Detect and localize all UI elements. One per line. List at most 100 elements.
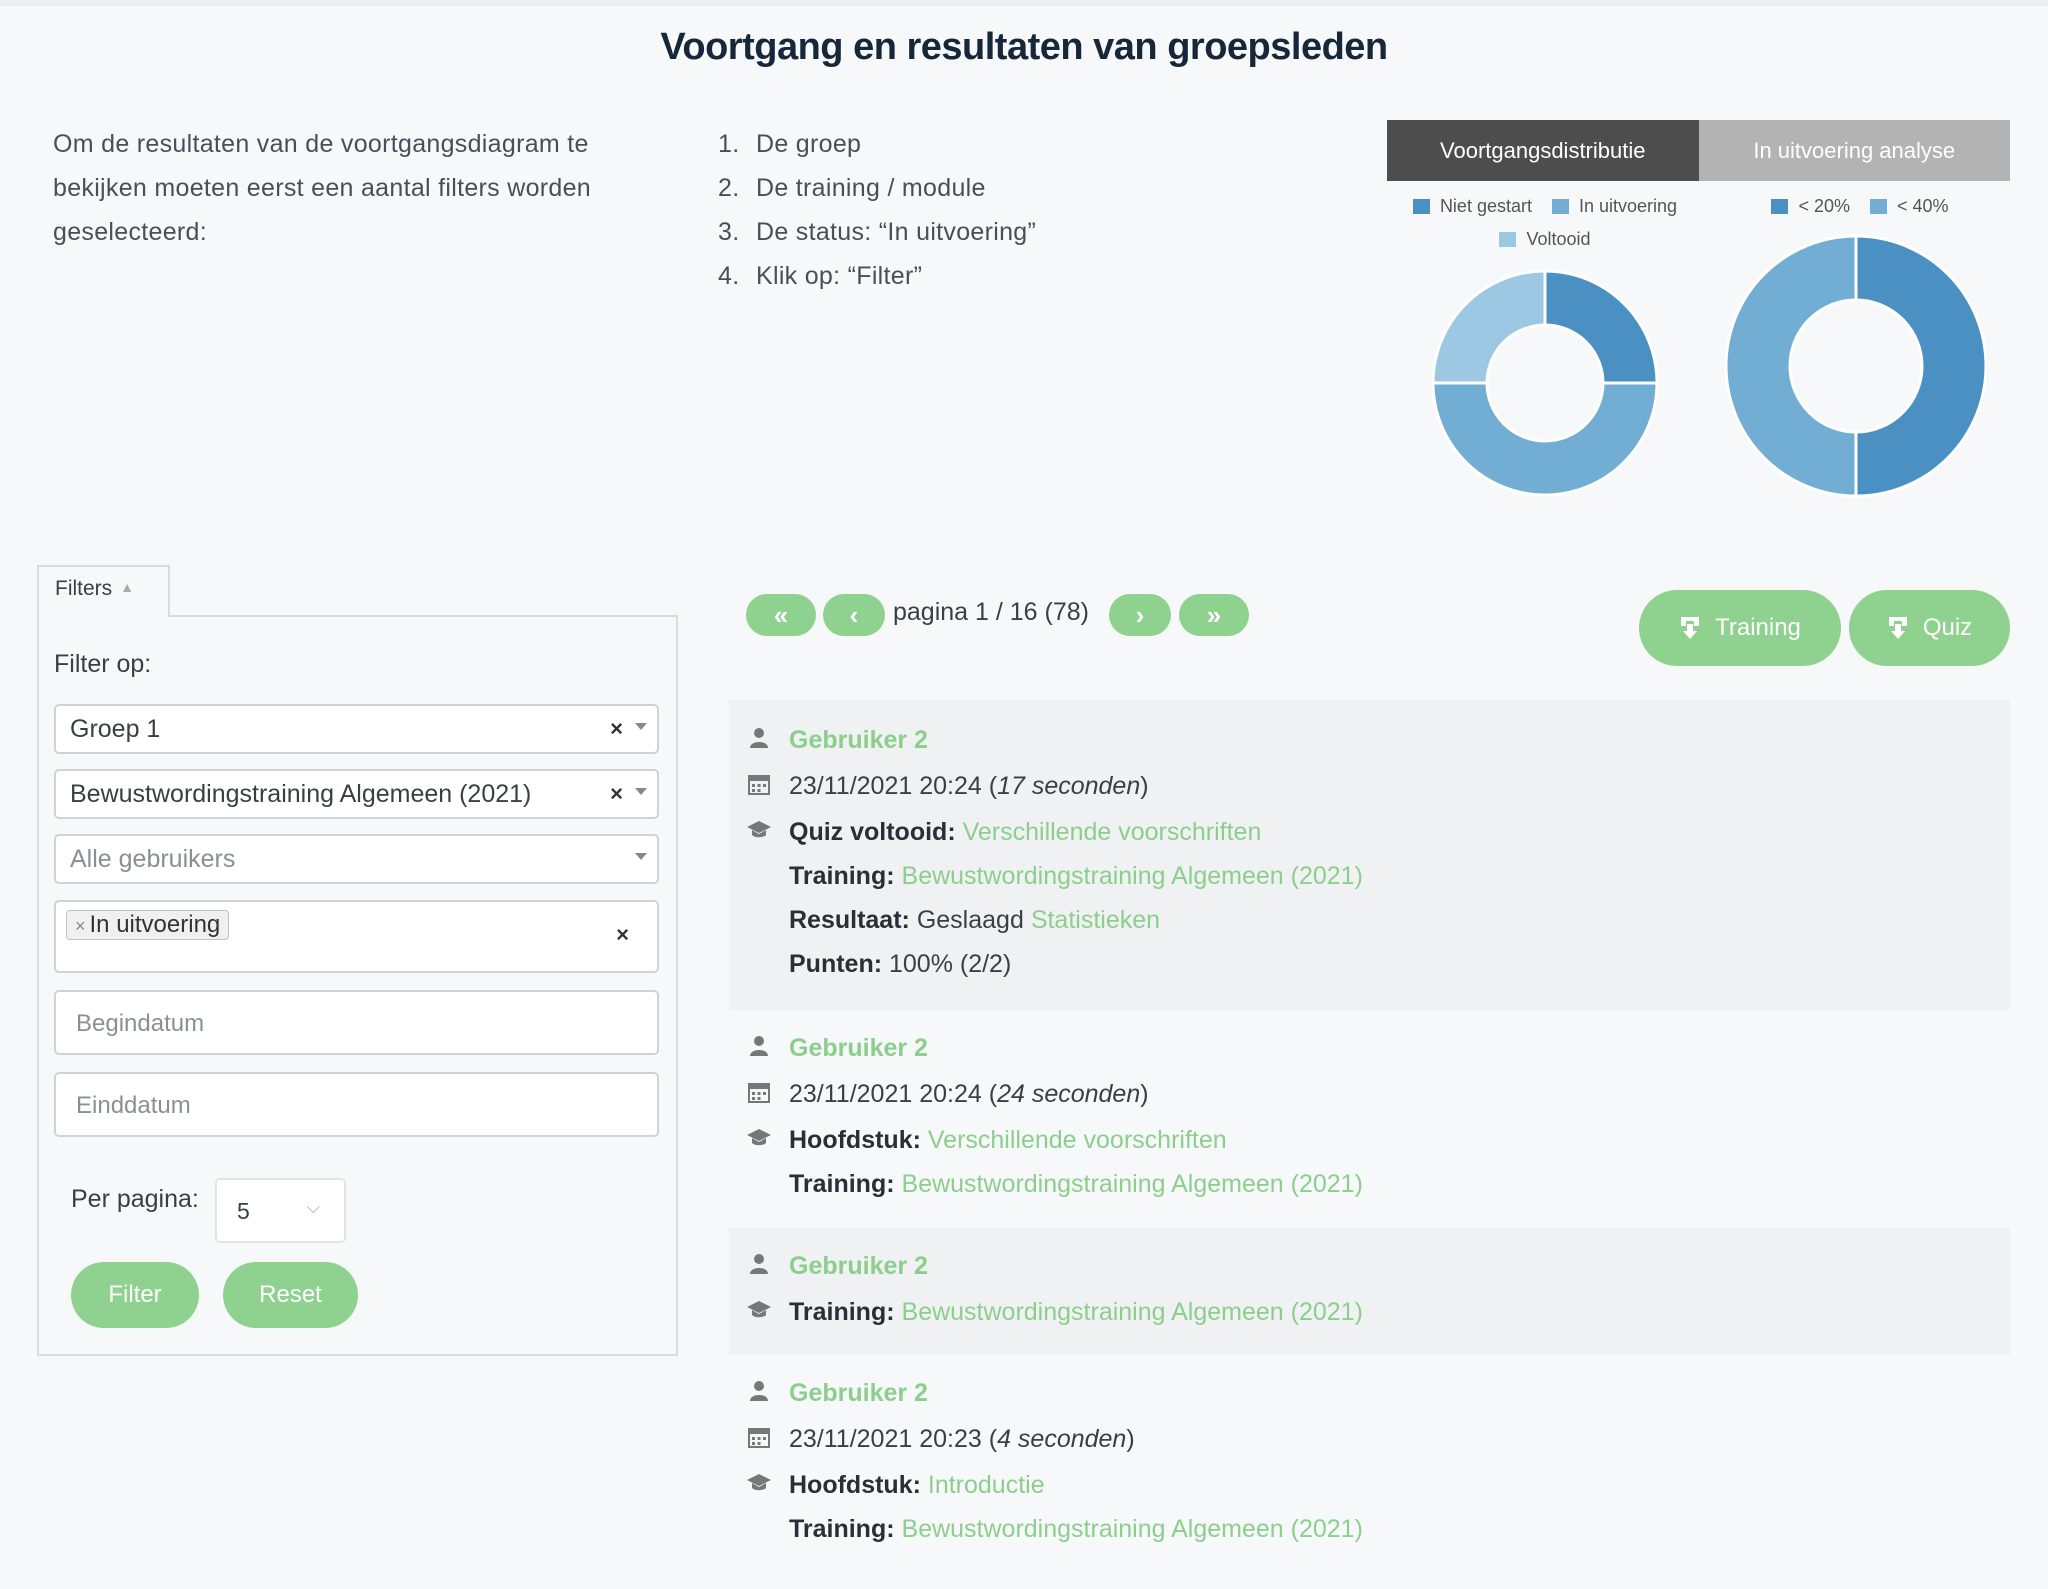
calendar-icon [748,1428,770,1448]
donut-slice-20[interactable] [1854,234,1988,498]
clear-icon[interactable]: × [610,716,623,742]
entry-training: Training: Bewustwordingstraining Algemee… [789,1170,1363,1198]
legend-swatch [1870,199,1887,214]
steps-list: 1. De groep 2. De training / module 3. De s… [718,122,1036,298]
clear-icon[interactable]: × [616,922,629,948]
users-select[interactable]: Alle gebruikers [54,834,659,884]
page-title: Voortgang en resultaten van groepsleden [660,26,1388,68]
graduation-cap-icon [747,1474,771,1491]
first-page-button[interactable]: « [746,594,816,636]
user-link[interactable]: Gebruiker 2 [789,726,928,755]
legend-item[interactable]: Voltooid [1499,229,1591,250]
per-page-label: Per pagina: [71,1185,199,1213]
entry-type: Hoofdstuk: Verschillende voorschriften [789,1126,1227,1154]
top-bar [0,0,2048,6]
entry-date: 23/11/2021 20:24 (24 seconden) [789,1080,1149,1108]
graduation-cap-icon [747,1301,771,1318]
filter-button[interactable]: Filter [71,1262,199,1328]
status-multiselect[interactable]: × In uitvoering × [54,900,659,973]
graduation-cap-icon [747,821,771,838]
download-training-button[interactable]: Training [1639,590,1841,666]
activity-entry: Gebruiker 2 Training: Bewustwordingstrai… [729,1228,2010,1355]
reset-button[interactable]: Reset [223,1262,358,1328]
activity-entry: Gebruiker 2 23/11/2021 20:24 (24 seconde… [729,1010,2010,1228]
clear-icon[interactable]: × [610,781,623,807]
dropdown-arrow-icon [635,853,647,860]
statistics-link[interactable]: Statistieken [1031,906,1160,934]
legend-item[interactable]: < 40% [1870,196,1949,217]
status-tag: × In uitvoering [66,910,230,940]
training-link[interactable]: Bewustwordingstraining Algemeen (2021) [902,1298,1363,1326]
chevron-down-icon: ⌵ [306,1197,320,1217]
dropdown-arrow-icon [635,723,647,730]
download-icon [1681,617,1700,639]
legend-item[interactable]: In uitvoering [1551,196,1677,217]
donut-slice-niet-gestart[interactable] [1543,269,1659,385]
calendar-icon [748,1083,770,1103]
chart-tabs: Voortgangsdistributie In uitvoering anal… [1387,120,2010,181]
remove-tag-icon[interactable]: × [75,916,86,936]
entry-type: Quiz voltooid: Verschillende voorschrift… [789,818,1262,846]
user-icon [750,728,768,748]
entry-type: Hoofdstuk: Introductie [789,1471,1045,1499]
training-select[interactable]: Bewustwordingstraining Algemeen (2021) × [54,769,659,819]
download-quiz-button[interactable]: Quiz [1849,590,2010,666]
graduation-cap-icon [747,1129,771,1146]
step-item: 3. De status: “In uitvoering” [718,218,1037,246]
prev-page-button[interactable]: ‹ [823,594,885,636]
start-date-input[interactable]: Begindatum [54,990,659,1055]
entry-date: 23/11/2021 20:23 (4 seconden) [789,1425,1135,1453]
donut-slice-40[interactable] [1724,234,1858,498]
activity-entry: Gebruiker 2 23/11/2021 20:24 (17 seconde… [729,700,2010,1010]
legend-swatch [1412,199,1430,214]
entry-points: Punten: 100% (2/2) [789,950,1012,978]
entry-training: Training: Bewustwordingstraining Algemee… [789,1515,1363,1543]
user-link[interactable]: Gebruiker 2 [789,1034,928,1063]
page-indicator: pagina 1 / 16 (78) [893,598,1089,626]
legend-swatch [1499,232,1517,247]
end-date-input[interactable]: Einddatum [54,1072,659,1137]
filter-by-label: Filter op: [54,650,152,678]
legend-item[interactable]: < 20% [1771,196,1850,217]
per-page-select[interactable]: 5 ⌵ [215,1178,346,1243]
intro-text: Om de resultaten van de voortgangsdiagra… [53,130,592,246]
user-link[interactable]: Gebruiker 2 [789,1379,928,1408]
step-item: 1. De groep [718,130,862,158]
tab-voortgangsdistributie[interactable]: Voortgangsdistributie [1387,120,1699,181]
activity-entry: Gebruiker 2 23/11/2021 20:23 (4 seconden… [729,1355,2010,1589]
user-link[interactable]: Gebruiker 2 [789,1252,928,1281]
donut-slice-voltooid[interactable] [1431,269,1547,385]
step-item: 2. De training / module [718,174,986,202]
entry-result: Resultaat: Geslaagd Statistieken [789,906,1161,934]
filters-toggle[interactable]: Filters ▲ [37,565,170,617]
donut-chart-voortgang [1431,269,1659,497]
chapter-link[interactable]: Introductie [928,1471,1045,1499]
donut-chart-analyse [1724,234,1988,498]
entry-date: 23/11/2021 20:24 (17 seconden) [789,772,1149,800]
tab-in-uitvoering-analyse[interactable]: In uitvoering analyse [1698,120,2010,181]
legend-swatch [1551,199,1569,214]
step-item: 4. Klik op: “Filter” [718,262,923,290]
calendar-icon [748,775,770,795]
chart1-legend: Niet gestart In uitvoering Voltooid [1390,196,1700,262]
entry-training: Training: Bewustwordingstraining Algemee… [789,862,1363,890]
user-icon [750,1254,768,1274]
training-link[interactable]: Bewustwordingstraining Algemeen (2021) [902,862,1363,890]
chapter-link[interactable]: Verschillende voorschriften [928,1126,1227,1154]
training-link[interactable]: Bewustwordingstraining Algemeen (2021) [902,1515,1363,1543]
dropdown-arrow-icon [635,788,647,795]
download-icon [1888,617,1907,639]
legend-swatch [1771,199,1789,214]
training-link[interactable]: Bewustwordingstraining Algemeen (2021) [902,1170,1363,1198]
user-icon [750,1036,768,1056]
user-icon [750,1381,768,1401]
next-page-button[interactable]: › [1109,594,1171,636]
quiz-link[interactable]: Verschillende voorschriften [963,818,1262,846]
last-page-button[interactable]: » [1179,594,1249,636]
entry-training: Training: Bewustwordingstraining Algemee… [789,1298,1363,1326]
group-select[interactable]: Groep 1 × [54,704,659,754]
caret-up-icon: ▲ [120,579,135,595]
chart2-legend: < 20% < 40% [1720,196,2000,229]
legend-item[interactable]: Niet gestart [1412,196,1532,217]
donut-slice-in-uitvoering[interactable] [1431,381,1659,497]
